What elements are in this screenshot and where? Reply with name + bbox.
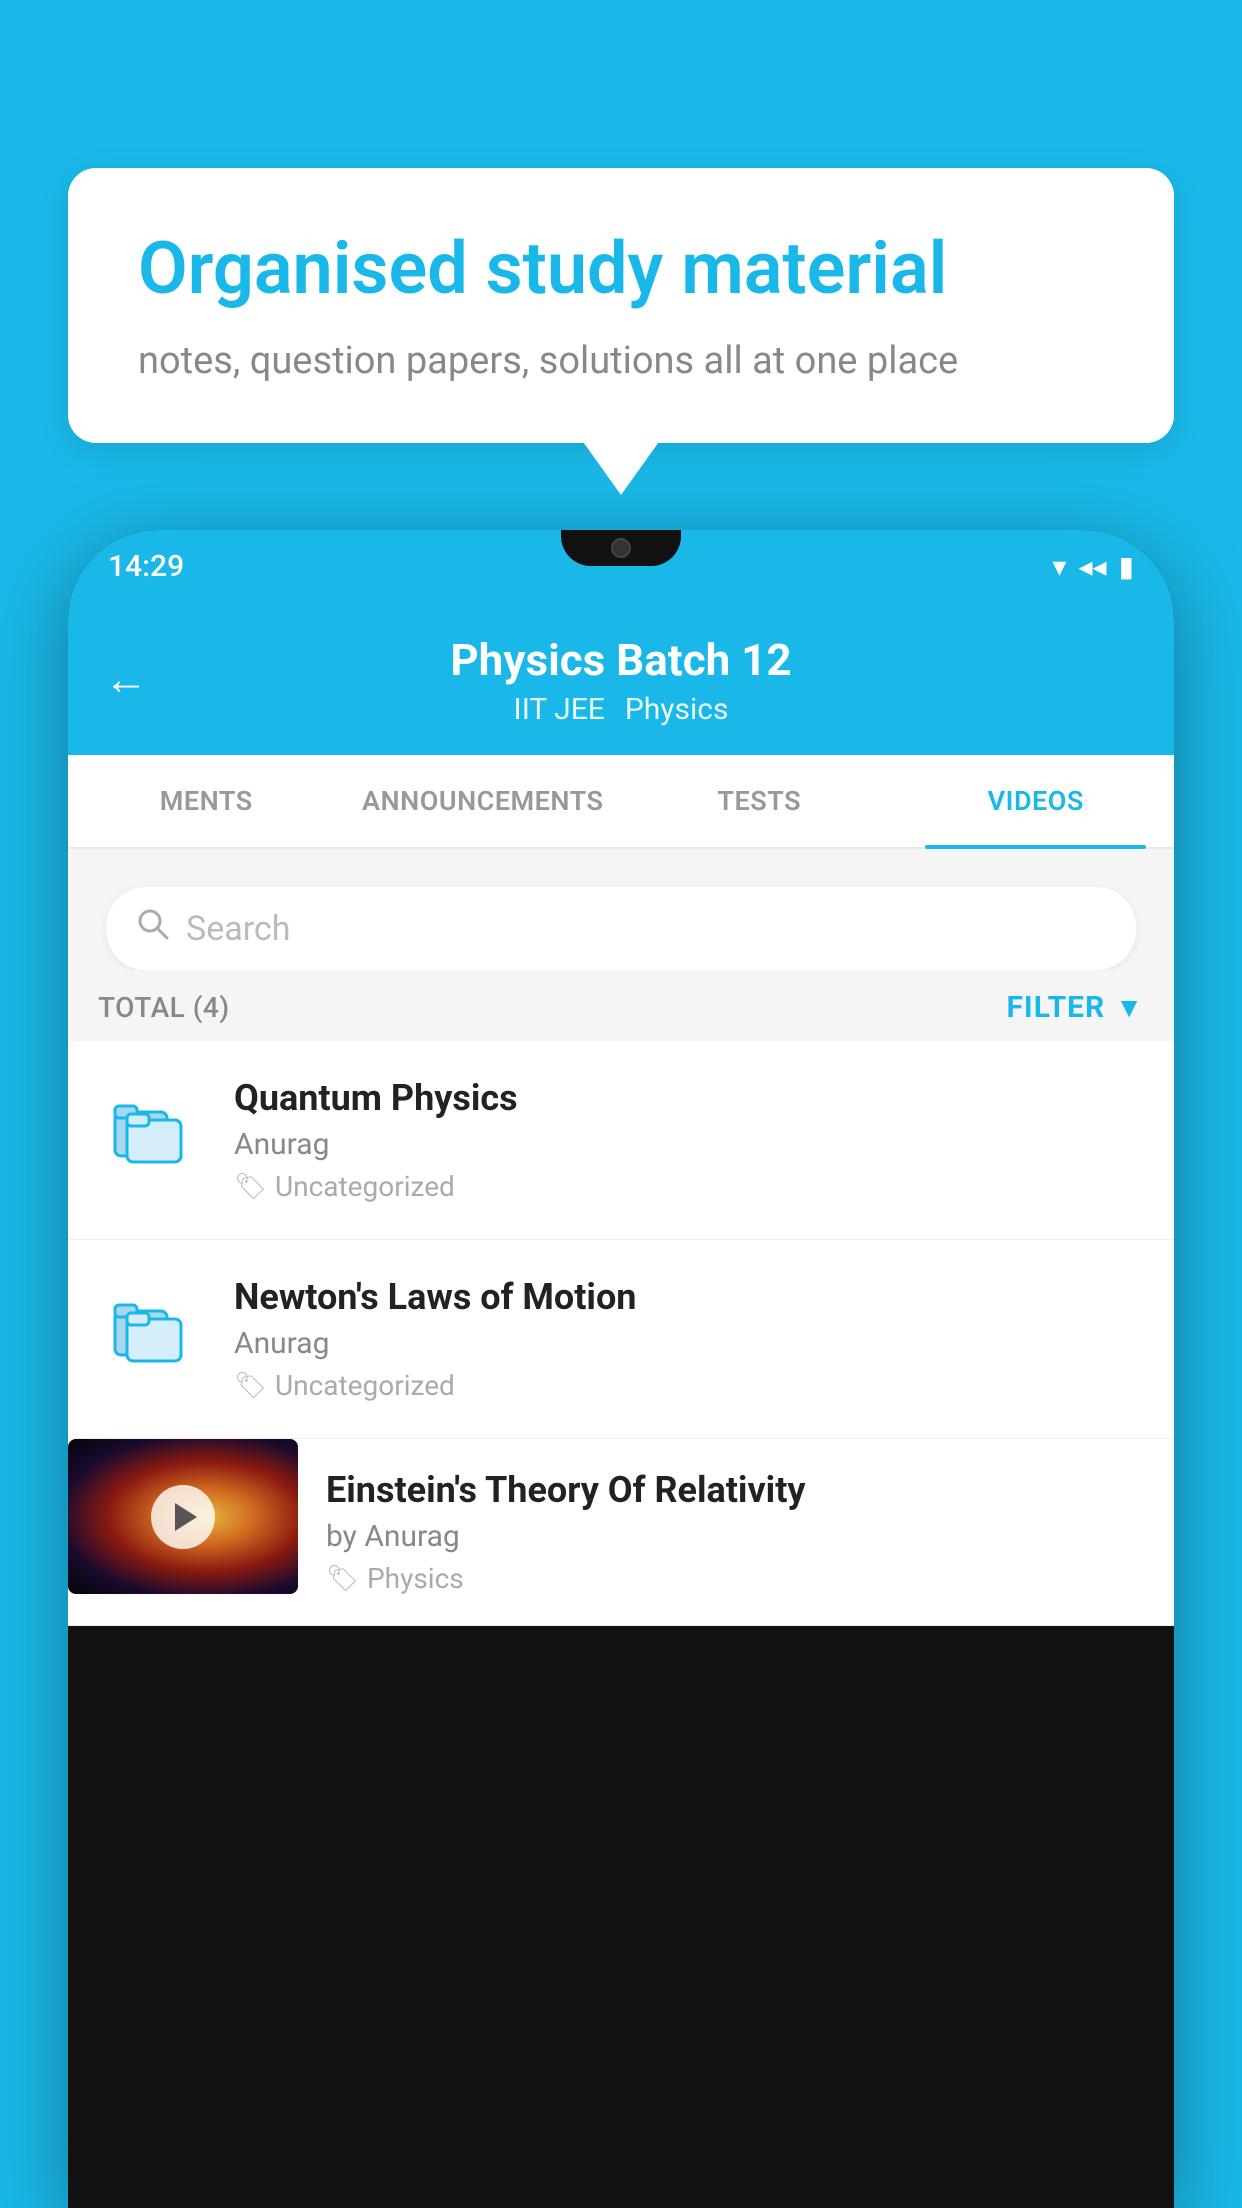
- folder-icon: [111, 1092, 191, 1172]
- list-item[interactable]: Einstein's Theory Of Relativity by Anura…: [68, 1439, 1174, 1626]
- total-count: TOTAL (4): [98, 991, 230, 1024]
- tag-label: Uncategorized: [275, 1369, 455, 1402]
- phone-frame: 14:29 ▾ ◂◂ ▮ ← Physics Batch 12 IIT JEE …: [68, 530, 1174, 2208]
- wifi-icon: ▾: [1052, 550, 1066, 583]
- filter-button[interactable]: FILTER ▼: [1006, 990, 1144, 1025]
- header-tag-physics: Physics: [625, 692, 729, 727]
- item-author: by Anurag: [326, 1519, 1146, 1554]
- search-bar[interactable]: Search: [106, 887, 1136, 970]
- item-thumbnail: [96, 1077, 206, 1187]
- header-tag-iitjee: IIT JEE: [514, 692, 605, 727]
- item-thumbnail: [68, 1439, 298, 1594]
- bubble-title: Organised study material: [138, 228, 1104, 311]
- tab-ments[interactable]: MENTS: [68, 755, 345, 847]
- search-icon: [136, 907, 170, 950]
- tabs-bar: MENTS ANNOUNCEMENTS TESTS VIDEOS: [68, 755, 1174, 849]
- list-item[interactable]: Newton's Laws of Motion Anurag 🏷 Uncateg…: [68, 1240, 1174, 1439]
- filter-icon: ▼: [1115, 991, 1144, 1024]
- tag-icon: 🏷: [234, 1371, 267, 1401]
- tab-tests[interactable]: TESTS: [621, 755, 898, 847]
- item-info: Einstein's Theory Of Relativity by Anura…: [326, 1439, 1174, 1625]
- item-title: Quantum Physics: [234, 1077, 1146, 1119]
- tab-announcements[interactable]: ANNOUNCEMENTS: [345, 755, 622, 847]
- status-icons: ▾ ◂◂ ▮: [1052, 550, 1134, 583]
- tag-label: Uncategorized: [275, 1170, 455, 1203]
- bubble-subtitle: notes, question papers, solutions all at…: [138, 339, 1104, 383]
- battery-icon: ▮: [1119, 550, 1134, 583]
- header-subtitle: IIT JEE Physics: [514, 692, 729, 727]
- item-title: Einstein's Theory Of Relativity: [326, 1469, 1146, 1511]
- play-button[interactable]: [151, 1485, 215, 1549]
- item-tag: 🏷 Uncategorized: [234, 1369, 1146, 1402]
- item-tag: 🏷 Uncategorized: [234, 1170, 1146, 1203]
- speech-bubble: Organised study material notes, question…: [68, 168, 1174, 443]
- tag-label: Physics: [367, 1562, 464, 1595]
- tag-icon: 🏷: [234, 1172, 267, 1202]
- signal-icon: ◂◂: [1078, 550, 1106, 583]
- status-time: 14:29: [108, 549, 184, 584]
- tab-videos[interactable]: VIDEOS: [898, 755, 1175, 847]
- back-button[interactable]: ←: [104, 653, 148, 705]
- item-info: Quantum Physics Anurag 🏷 Uncategorized: [234, 1077, 1146, 1203]
- item-info: Newton's Laws of Motion Anurag 🏷 Uncateg…: [234, 1276, 1146, 1402]
- filter-label: FILTER: [1006, 990, 1105, 1025]
- item-thumbnail: [96, 1276, 206, 1386]
- header-title: Physics Batch 12: [450, 634, 791, 686]
- folder-icon: [111, 1291, 191, 1371]
- search-placeholder: Search: [186, 909, 290, 949]
- item-title: Newton's Laws of Motion: [234, 1276, 1146, 1318]
- item-author: Anurag: [234, 1127, 1146, 1162]
- filter-row: TOTAL (4) FILTER ▼: [68, 970, 1174, 1041]
- list-item[interactable]: Quantum Physics Anurag 🏷 Uncategorized: [68, 1041, 1174, 1240]
- tag-icon: 🏷: [326, 1564, 359, 1594]
- app-header: ← Physics Batch 12 IIT JEE Physics: [68, 602, 1174, 755]
- item-tag: 🏷 Physics: [326, 1562, 1146, 1595]
- notch: [561, 530, 681, 566]
- video-list: Quantum Physics Anurag 🏷 Uncategorized: [68, 1041, 1174, 1626]
- camera: [611, 538, 631, 558]
- play-icon: [175, 1503, 197, 1531]
- status-bar: 14:29 ▾ ◂◂ ▮: [68, 530, 1174, 602]
- item-author: Anurag: [234, 1326, 1146, 1361]
